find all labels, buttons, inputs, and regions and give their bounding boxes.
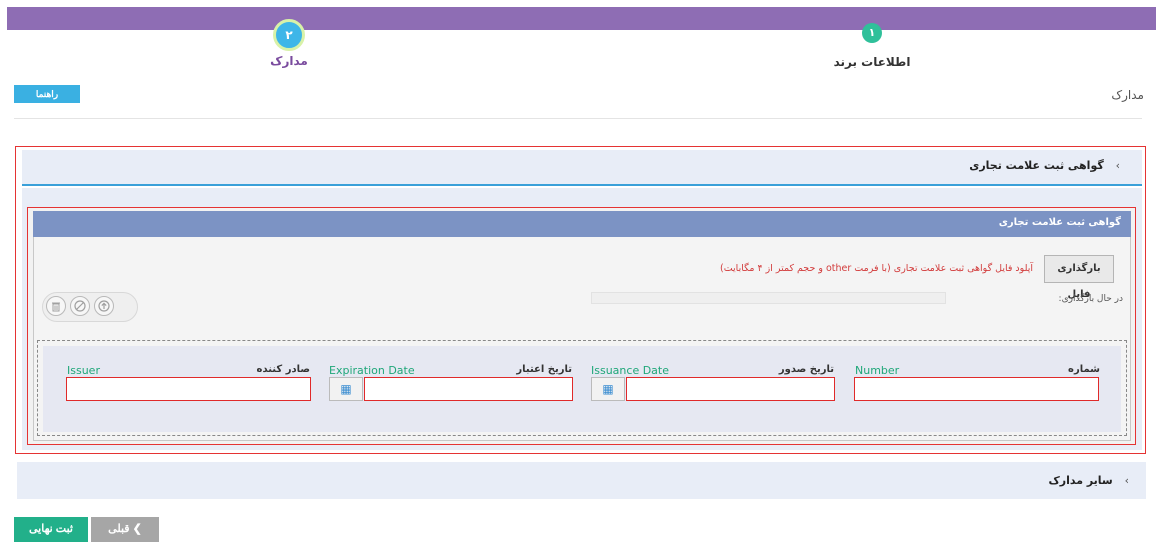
help-button[interactable]: راهنما: [14, 85, 80, 103]
uploading-label: در حال بارگذاری:: [1058, 294, 1123, 304]
upload-progress-bar: [591, 292, 946, 304]
trash-icon[interactable]: [46, 296, 66, 316]
certificate-panel-title: گواهی ثبت علامت تجاری: [998, 217, 1121, 228]
upload-file-button[interactable]: بارگذاری فایل: [1044, 255, 1114, 300]
expiration-date-label-en: Expiration Date: [329, 364, 415, 377]
step-1-label: اطلاعات برند: [833, 55, 911, 69]
calendar-icon[interactable]: ▦: [329, 377, 363, 401]
calendar-icon[interactable]: ▦: [591, 377, 625, 401]
trademark-section-header[interactable]: › گواهی ثبت علامت تجاری: [22, 150, 1142, 186]
other-documents-header[interactable]: › سایر مدارک: [17, 462, 1146, 499]
issuer-label-en: Issuer: [67, 364, 100, 377]
number-label-fa: شماره: [1068, 364, 1100, 375]
step-2-label: مدارک: [270, 54, 308, 68]
divider: [14, 118, 1142, 119]
expiration-date-input[interactable]: [364, 377, 573, 401]
issuance-date-label-en: Issuance Date: [591, 364, 669, 377]
ban-icon[interactable]: [70, 296, 90, 316]
chevron-left-icon: ›: [1124, 474, 1129, 487]
issuance-date-label-fa: تاریخ صدور: [778, 364, 834, 375]
expiration-date-label-fa: تاریخ اعتبار: [516, 364, 572, 375]
page-title: مدارک: [1111, 88, 1144, 102]
trademark-section-title: گواهی ثبت علامت تجاری: [969, 159, 1104, 172]
upload-hint: آپلود فایل گواهی ثبت علامت تجاری (با فرم…: [720, 263, 1033, 274]
number-label-en: Number: [855, 364, 900, 377]
step-1-indicator[interactable]: ۱: [862, 23, 882, 43]
number-input[interactable]: [854, 377, 1099, 401]
previous-label: قبلی: [108, 523, 130, 535]
chevron-left-icon: ›: [1115, 159, 1120, 172]
arrow-up-icon[interactable]: [94, 296, 114, 316]
previous-button[interactable]: قبلی ❮: [91, 517, 159, 542]
step-2-indicator[interactable]: ۲: [273, 19, 305, 51]
issuer-input[interactable]: [66, 377, 311, 401]
chevron-left-icon: ❮: [132, 523, 142, 535]
wizard-bar: [7, 7, 1156, 30]
certificate-panel-header: گواهی ثبت علامت تجاری: [33, 211, 1131, 237]
issuance-date-input[interactable]: [626, 377, 835, 401]
final-submit-button[interactable]: ثبت نهایی: [14, 517, 88, 542]
other-documents-title: سایر مدارک: [1048, 474, 1113, 487]
issuer-label-fa: صادر کننده: [256, 364, 310, 375]
